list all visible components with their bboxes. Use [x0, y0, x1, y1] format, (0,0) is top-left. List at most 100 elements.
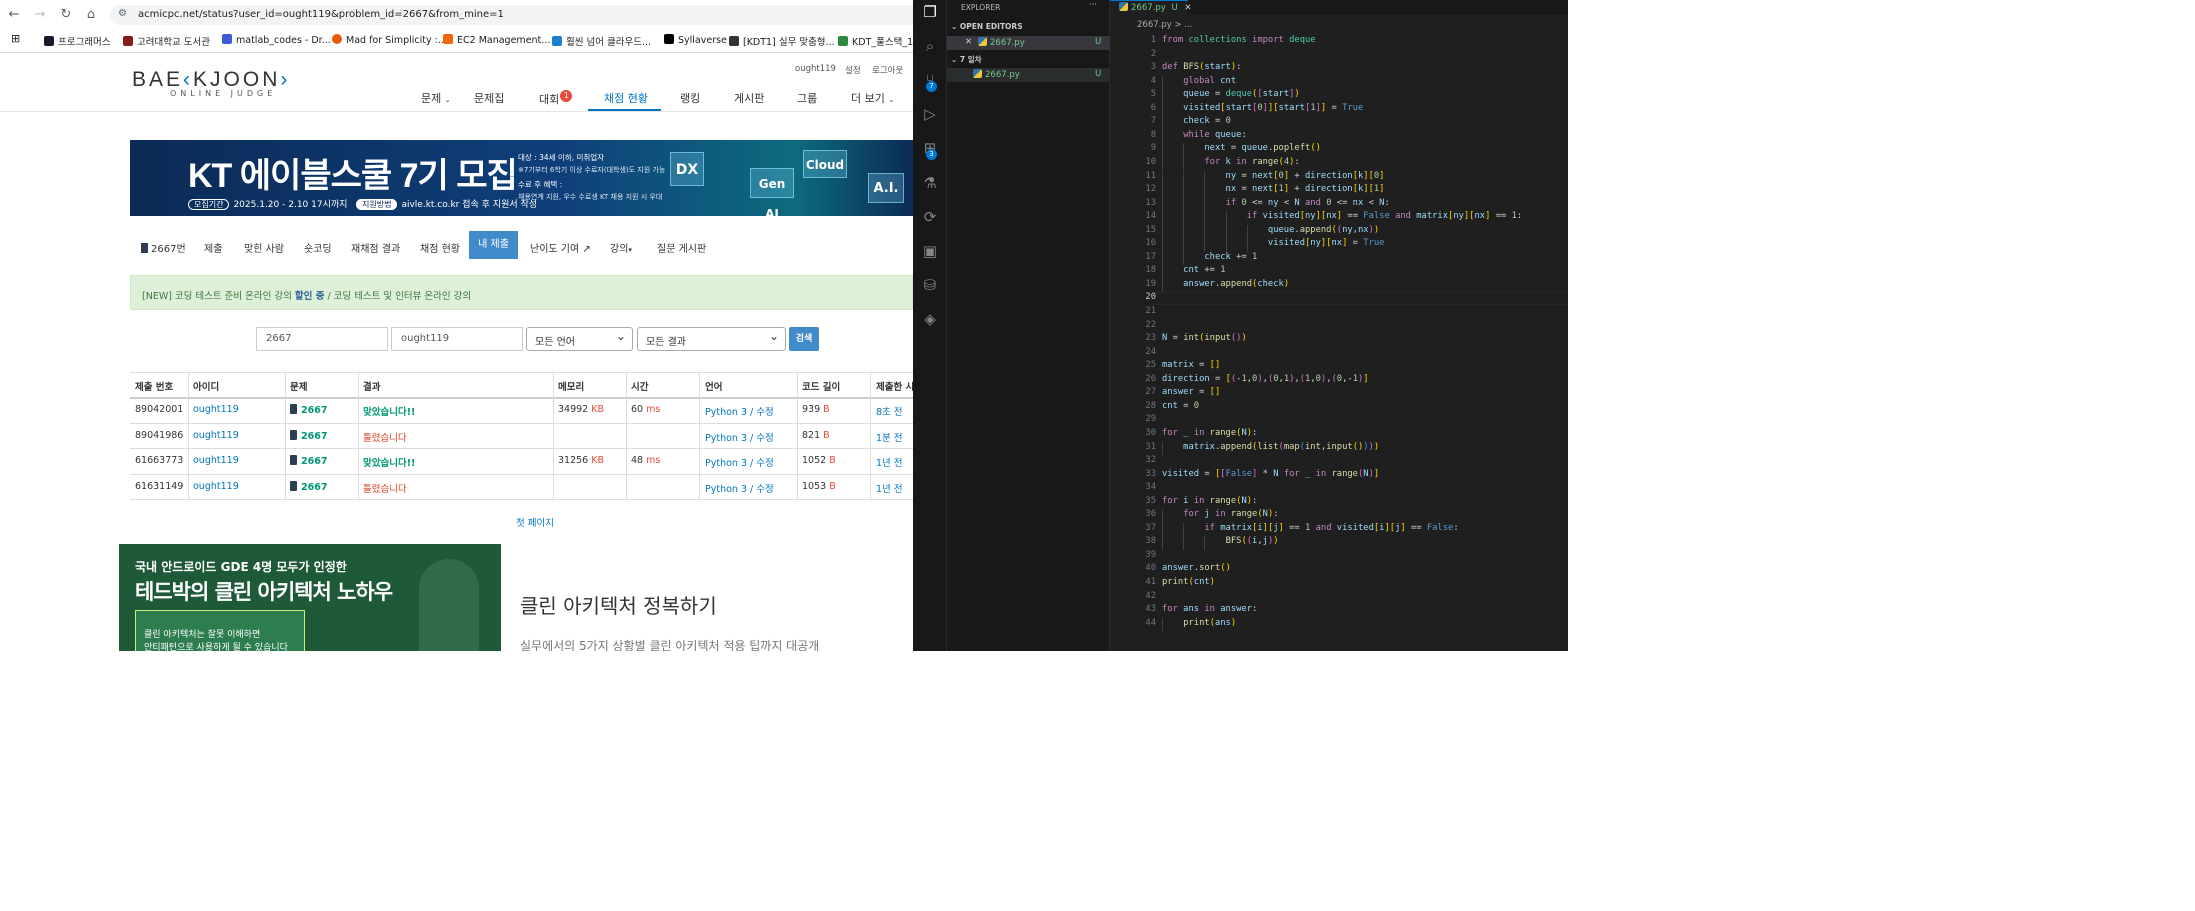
table-row-border	[130, 423, 913, 424]
edit-link[interactable]: 수정	[756, 484, 773, 495]
user-link-logout[interactable]: 로그아웃	[872, 64, 903, 76]
problem-tier-icon	[290, 481, 297, 491]
bookmark-item[interactable]: [KDT1] 실무 맞춤형...	[729, 34, 835, 48]
line-number: 7	[1150, 116, 1156, 127]
language-link[interactable]: Python 3 / 수정	[705, 430, 774, 444]
menu-workbook[interactable]: 문제집	[474, 90, 504, 106]
tab-difficulty[interactable]: 난이도 기여 ↗	[530, 240, 591, 255]
folder-header[interactable]: ⌄ 7 일차	[951, 54, 982, 65]
bookmark-item[interactable]: 고려대학교 도서관	[123, 34, 210, 48]
file-tree-item[interactable]: 2667.py U	[947, 68, 1110, 82]
problem-id-input[interactable]: 2667	[256, 327, 388, 351]
user-link-profile[interactable]: ought119	[795, 64, 836, 74]
back-icon[interactable]: ←	[5, 6, 23, 24]
submit-time-link[interactable]: 1분 전	[876, 430, 903, 444]
ad-title[interactable]: 클린 아키텍처 정복하기	[520, 590, 717, 619]
tab-short-coding[interactable]: 숏코딩	[304, 240, 332, 255]
language-link[interactable]: Python 3 / 수정	[705, 481, 774, 495]
user-id-input[interactable]: ought119	[391, 327, 523, 351]
open-editors-header[interactable]: ⌄ OPEN EDITORS	[951, 22, 1023, 31]
tab-problem[interactable]: 2667번	[141, 240, 186, 255]
user-link[interactable]: ought119	[193, 455, 239, 466]
bookmark-item[interactable]: KDT_풀스택_1기	[838, 34, 913, 48]
open-editor-item[interactable]: ✕ 2667.py U	[947, 36, 1110, 50]
user-link[interactable]: ought119	[193, 430, 239, 441]
breadcrumb[interactable]: 2667.py > ...	[1137, 20, 1192, 30]
close-icon[interactable]: ✕	[965, 37, 972, 47]
code-line: nx = next[1] + direction[k][1]	[1162, 184, 1385, 195]
tab-solved-users[interactable]: 맞힌 사람	[244, 240, 284, 255]
line-number: 21	[1145, 306, 1156, 316]
user-link[interactable]: ought119	[193, 481, 239, 492]
language-link[interactable]: Python 3 / 수정	[705, 455, 774, 469]
problem-link[interactable]: 2667	[290, 404, 327, 416]
submit-time-link[interactable]: 1년 전	[876, 481, 903, 495]
first-page-link[interactable]: 첫 페이지	[516, 515, 554, 529]
search-button[interactable]: 검색	[789, 327, 819, 351]
code-line: for _ in range(N):	[1162, 427, 1258, 438]
user-link-settings[interactable]: 설정	[845, 64, 861, 76]
menu-board[interactable]: 게시판	[734, 90, 764, 106]
bookmark-item[interactable]: Mad for Simplicity :...	[332, 34, 447, 46]
promo-banner[interactable]: KT 에이블스쿨 7기 모집 모집기간 2025.1.20 - 2.10 17시까…	[130, 140, 913, 216]
editor-tab[interactable]: 2667.py U ✕	[1110, 0, 1192, 15]
url-field[interactable]: ⚙ acmicpc.net/status?user_id=ought119&pr…	[110, 5, 913, 25]
explorer-icon[interactable]: ❐	[920, 2, 940, 22]
tab-qna[interactable]: 질문 게시판	[657, 240, 706, 255]
bookmark-item[interactable]: matlab_codes - Dr...	[222, 34, 331, 46]
edit-link[interactable]: 수정	[756, 458, 773, 469]
line-number: 29	[1145, 414, 1156, 425]
testing-icon[interactable]: ⚗	[920, 173, 940, 193]
more-actions-icon[interactable]: ···	[1089, 0, 1097, 10]
edit-link[interactable]: 수정	[756, 407, 773, 418]
remote-explorer-icon[interactable]: ⟳	[920, 207, 940, 227]
user-link[interactable]: ought119	[193, 404, 239, 415]
apps-grid-icon[interactable]: ⊞	[11, 32, 20, 45]
site-info-icon[interactable]: ⚙	[118, 8, 127, 19]
docker-icon[interactable]: ▣	[920, 241, 940, 261]
tab-lecture[interactable]: 강의▾	[610, 240, 632, 255]
menu-group[interactable]: 그룹	[797, 90, 817, 106]
bookmark-item[interactable]: EC2 Management...	[443, 34, 550, 46]
submission-id: 61663773	[135, 455, 184, 466]
tab-submit[interactable]: 제출	[204, 240, 222, 255]
bookmark-item[interactable]: 프로그래머스	[44, 34, 110, 48]
edit-link[interactable]: 수정	[756, 433, 773, 444]
tab-rejudge[interactable]: 재채점 결과	[351, 240, 400, 255]
run-debug-icon[interactable]: ▷	[920, 104, 940, 124]
language-link[interactable]: Python 3 / 수정	[705, 404, 774, 418]
forward-icon[interactable]: →	[31, 6, 49, 24]
tab-my-submissions[interactable]: 내 제출	[469, 231, 518, 259]
menu-status[interactable]: 채점 현황	[604, 90, 648, 106]
code-editor[interactable]: 2667.py U ✕ 2667.py > ... 1 from collecti…	[1110, 0, 1568, 651]
menu-ranking[interactable]: 랭킹	[680, 90, 700, 106]
ad-image[interactable]: 국내 안드로이드 GDE 4명 모두가 인정한 테드박의 클린 아키텍처 노하우…	[119, 544, 501, 651]
ad-line1: 국내 안드로이드 GDE 4명 모두가 인정한	[135, 560, 347, 574]
database-icon[interactable]: ⛁	[920, 275, 940, 295]
home-icon[interactable]: ⌂	[82, 6, 100, 24]
notice-bar[interactable]: [NEW] 코딩 테스트 준비 온라인 강의 할인 중 / 코딩 테스트 및 인…	[130, 275, 913, 310]
bookmark-item[interactable]: 훨씬 넘어 클라우드...	[552, 34, 651, 48]
menu-more[interactable]: 더 보기 ⌄	[851, 90, 894, 106]
close-icon[interactable]: ✕	[1184, 3, 1191, 13]
reload-icon[interactable]: ↻	[57, 6, 75, 24]
site-logo[interactable]: BAE‹KJOON› ONLINE JUDGE	[132, 68, 290, 98]
layers-icon[interactable]: ◈	[920, 309, 940, 329]
search-icon[interactable]: ⌕	[920, 36, 940, 56]
problem-link[interactable]: 2667	[290, 430, 327, 442]
language-select[interactable]: 모든 언어	[526, 327, 633, 351]
bookmark-item[interactable]: Syllaverse	[664, 34, 727, 46]
code-line: for ans in answer:	[1162, 604, 1258, 615]
code-line: N = int(input())	[1162, 333, 1247, 344]
problem-link[interactable]: 2667	[290, 455, 327, 467]
submit-time-link[interactable]: 8초 전	[876, 404, 903, 418]
tab-status[interactable]: 채점 현황	[420, 240, 460, 255]
problem-link[interactable]: 2667	[290, 481, 327, 493]
code-line: direction = [(-1,0),(0,1),(1,0),(0,-1)]	[1162, 373, 1369, 384]
menu-contest[interactable]: 대회 1	[539, 90, 573, 107]
result-select[interactable]: 모든 결과	[637, 327, 786, 351]
table-header-7: 코드 길이	[802, 382, 841, 393]
submit-time-link[interactable]: 1년 전	[876, 455, 903, 469]
activity-bar: ❐ ⌕ ⑂ 7 ▷ ⊞ 3 ⚗ ⟳ ▣ ⛁ ◈	[913, 0, 947, 651]
menu-problems[interactable]: 문제 ⌄	[421, 90, 451, 106]
